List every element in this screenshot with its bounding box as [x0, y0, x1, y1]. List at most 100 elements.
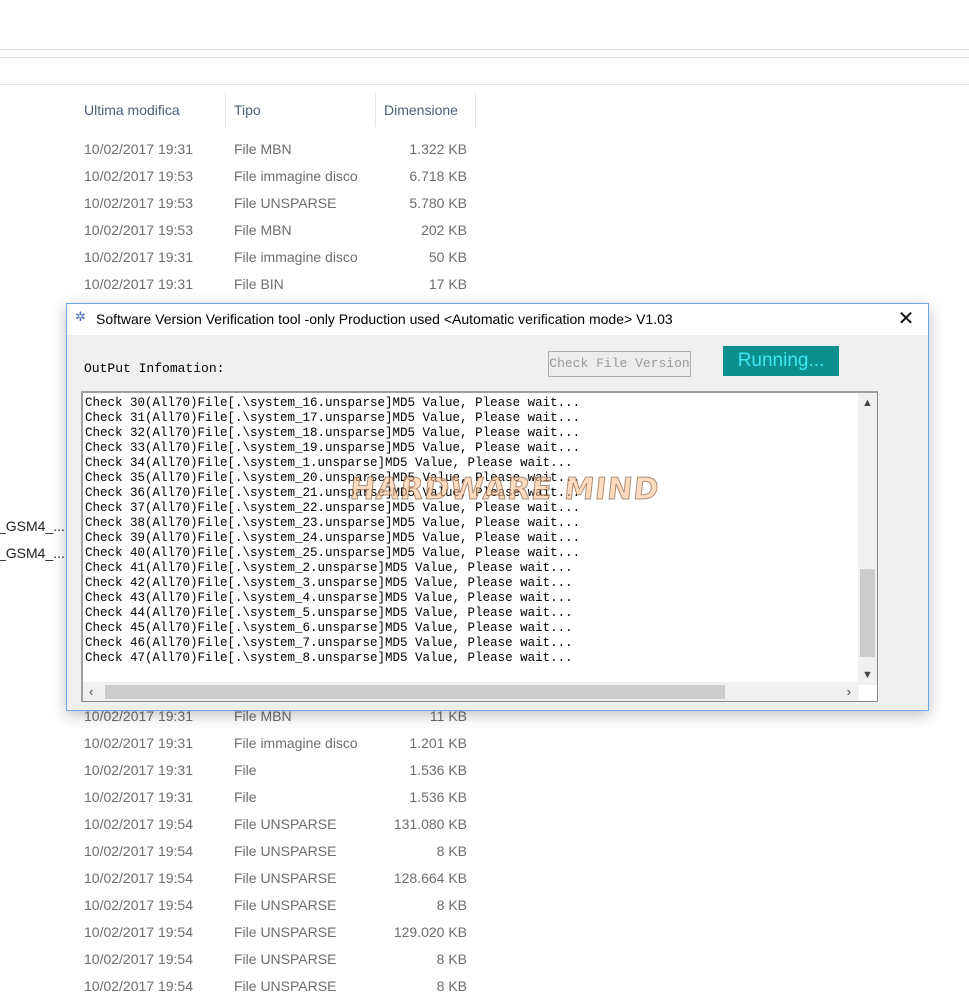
file-type: File	[234, 789, 257, 805]
file-size: 129.020 KB	[393, 924, 467, 940]
output-text-area[interactable]: Check 30(All70)File[.\system_16.unsparse…	[81, 391, 878, 702]
file-type: File UNSPARSE	[234, 195, 337, 211]
file-row[interactable]: 10/02/2017 19:53 File UNSPARSE 5.780 KB	[0, 190, 480, 217]
horizontal-scrollbar[interactable]: ‹ ›	[83, 682, 859, 701]
file-row[interactable]: 10/02/2017 19:31 File 1.536 KB	[0, 757, 480, 784]
file-row[interactable]: 10/02/2017 19:54 File UNSPARSE 128.664 KB	[0, 865, 480, 892]
output-line: Check 42(All70)File[.\system_3.unsparse]…	[85, 576, 573, 590]
file-size: 202 KB	[421, 222, 467, 238]
file-type: File MBN	[234, 141, 292, 157]
vertical-scroll-thumb[interactable]	[860, 569, 875, 657]
file-size: 8 KB	[436, 897, 467, 913]
file-type: File	[234, 762, 257, 778]
file-size: 1.322 KB	[409, 141, 467, 157]
scroll-right-icon[interactable]: ›	[847, 684, 851, 699]
file-row[interactable]: 10/02/2017 19:53 File MBN 202 KB	[0, 217, 480, 244]
file-type: File UNSPARSE	[234, 897, 337, 913]
column-header-type[interactable]: Tipo	[226, 93, 376, 127]
file-date: 10/02/2017 19:31	[84, 762, 193, 778]
file-date: 10/02/2017 19:31	[84, 141, 193, 157]
horizontal-scroll-thumb[interactable]	[105, 685, 725, 699]
file-type: File immagine disco	[234, 249, 358, 265]
file-size: 5.780 KB	[409, 195, 467, 211]
file-date: 10/02/2017 19:31	[84, 276, 193, 292]
file-row[interactable]: 10/02/2017 19:31 File 1.536 KB	[0, 784, 480, 811]
file-date: 10/02/2017 19:54	[84, 897, 193, 913]
column-header-size[interactable]: Dimensione	[376, 93, 476, 127]
file-size: 8 KB	[436, 951, 467, 967]
watermark-logo: HARDWARE MIND	[348, 472, 662, 508]
file-type: File UNSPARSE	[234, 924, 337, 940]
check-file-version-button[interactable]: Check File Version	[548, 351, 691, 377]
file-row[interactable]: 10/02/2017 19:54 File UNSPARSE 131.080 KB	[0, 811, 480, 838]
output-label: OutPut Infomation:	[84, 361, 225, 376]
scroll-down-icon[interactable]: ▼	[858, 669, 877, 681]
file-date: 10/02/2017 19:53	[84, 222, 193, 238]
file-date: 10/02/2017 19:31	[84, 789, 193, 805]
file-type: File UNSPARSE	[234, 978, 337, 994]
file-row[interactable]: 10/02/2017 19:31 File MBN 1.322 KB	[0, 136, 480, 163]
output-line: Check 30(All70)File[.\system_16.unsparse…	[85, 396, 581, 410]
dialog-titlebar[interactable]: ✲ Software Version Verification tool -on…	[67, 304, 928, 335]
vertical-scrollbar[interactable]: ▲ ▼	[858, 393, 877, 685]
verification-dialog: ✲ Software Version Verification tool -on…	[66, 303, 929, 711]
app-gear-icon: ✲	[75, 309, 86, 324]
output-line: Check 31(All70)File[.\system_17.unsparse…	[85, 411, 581, 425]
file-row[interactable]: 10/02/2017 19:31 File immagine disco 1.201…	[0, 730, 480, 757]
file-row[interactable]: 10/02/2017 19:54 File UNSPARSE 129.020 KB	[0, 919, 480, 946]
output-line: Check 40(All70)File[.\system_25.unsparse…	[85, 546, 581, 560]
file-type: File UNSPARSE	[234, 816, 337, 832]
file-row[interactable]: 10/02/2017 19:31 File immagine disco 50 KB	[0, 244, 480, 271]
file-type: File BIN	[234, 276, 284, 292]
file-row[interactable]: 10/02/2017 19:54 File UNSPARSE 8 KB	[0, 946, 480, 973]
file-size: 131.080 KB	[393, 816, 467, 832]
file-size: 8 KB	[436, 843, 467, 859]
output-line: Check 43(All70)File[.\system_4.unsparse]…	[85, 591, 573, 605]
file-date: 10/02/2017 19:54	[84, 843, 193, 859]
scroll-up-icon[interactable]: ▲	[858, 397, 877, 409]
output-line: Check 39(All70)File[.\system_24.unsparse…	[85, 531, 581, 545]
file-type: File MBN	[234, 222, 292, 238]
file-size: 1.201 KB	[409, 735, 467, 751]
explorer-divider-header	[0, 84, 969, 85]
file-size: 17 KB	[428, 276, 467, 292]
output-line: Check 46(All70)File[.\system_7.unsparse]…	[85, 636, 573, 650]
file-type: File UNSPARSE	[234, 870, 337, 886]
file-size: 6.718 KB	[409, 168, 467, 184]
running-status-indicator: Running...	[723, 346, 839, 376]
file-date: 10/02/2017 19:31	[84, 249, 193, 265]
file-date: 10/02/2017 19:54	[84, 924, 193, 940]
file-type: File UNSPARSE	[234, 843, 337, 859]
file-size: 128.664 KB	[393, 870, 467, 886]
file-date: 10/02/2017 19:53	[84, 168, 193, 184]
file-date: 10/02/2017 19:54	[84, 978, 193, 994]
file-size: 1.536 KB	[409, 789, 467, 805]
file-date: 10/02/2017 19:54	[84, 816, 193, 832]
file-name-fragment[interactable]: _GSM4_...	[0, 545, 65, 561]
file-row[interactable]: 10/02/2017 19:54 File UNSPARSE 8 KB	[0, 892, 480, 919]
explorer-divider-bottom	[0, 57, 969, 58]
file-row[interactable]: 10/02/2017 19:53 File immagine disco 6.718…	[0, 163, 480, 190]
file-type: File immagine disco	[234, 735, 358, 751]
output-line: Check 45(All70)File[.\system_6.unsparse]…	[85, 621, 573, 635]
scroll-left-icon[interactable]: ‹	[89, 684, 93, 699]
file-size: 8 KB	[436, 978, 467, 994]
output-lines: Check 30(All70)File[.\system_16.unsparse…	[85, 396, 855, 671]
file-type: File immagine disco	[234, 168, 358, 184]
file-size: 50 KB	[428, 249, 467, 265]
file-type: File UNSPARSE	[234, 951, 337, 967]
output-line: Check 32(All70)File[.\system_18.unsparse…	[85, 426, 581, 440]
file-row[interactable]: 10/02/2017 19:54 File UNSPARSE 8 KB	[0, 973, 480, 1000]
output-line: Check 47(All70)File[.\system_8.unsparse]…	[85, 651, 573, 665]
file-row[interactable]: 10/02/2017 19:31 File BIN 17 KB	[0, 271, 480, 298]
close-button[interactable]: ✕	[884, 304, 928, 335]
file-name-fragment[interactable]: _GSM4_...	[0, 518, 65, 534]
file-date: 10/02/2017 19:31	[84, 735, 193, 751]
file-date: 10/02/2017 19:54	[84, 870, 193, 886]
output-line: Check 34(All70)File[.\system_1.unsparse]…	[85, 456, 573, 470]
output-line: Check 41(All70)File[.\system_2.unsparse]…	[85, 561, 573, 575]
output-line: Check 38(All70)File[.\system_23.unsparse…	[85, 516, 581, 530]
output-line: Check 33(All70)File[.\system_19.unsparse…	[85, 441, 581, 455]
file-row[interactable]: 10/02/2017 19:54 File UNSPARSE 8 KB	[0, 838, 480, 865]
column-header-date[interactable]: Ultima modifica	[76, 93, 226, 127]
